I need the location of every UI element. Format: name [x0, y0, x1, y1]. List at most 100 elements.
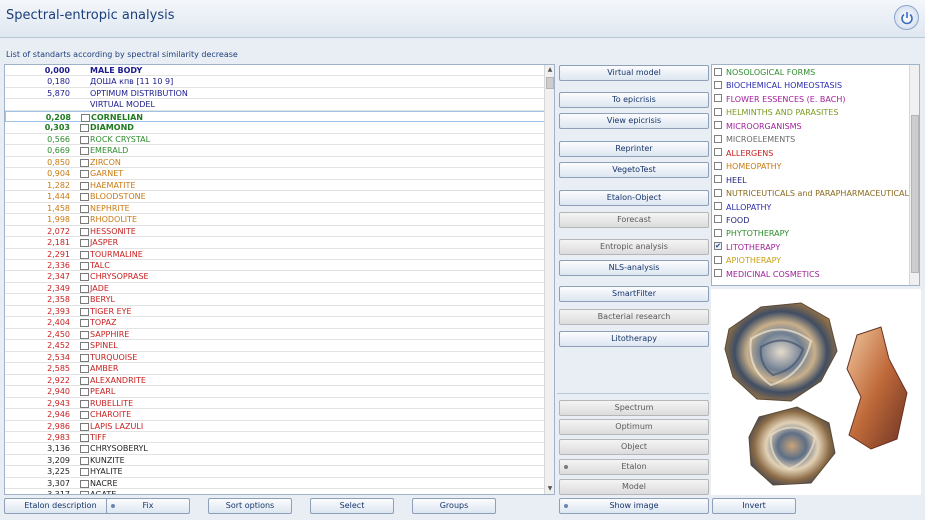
row-checkbox[interactable] — [81, 113, 90, 122]
list-row[interactable]: 1,444 BLOODSTONE — [5, 191, 545, 203]
fix-button[interactable]: Fix — [106, 498, 190, 514]
row-checkbox[interactable] — [80, 330, 89, 339]
forecast-button[interactable]: Forecast — [559, 212, 709, 228]
category-item[interactable]: MICROORGANISMS — [714, 120, 802, 133]
row-checkbox[interactable] — [80, 307, 89, 316]
category-item[interactable]: ALLOPATHY — [714, 201, 771, 214]
row-checkbox[interactable] — [80, 422, 89, 431]
category-checkbox[interactable] — [714, 148, 722, 157]
category-item[interactable]: MEDICINAL COSMETICS — [714, 268, 820, 281]
row-checkbox[interactable] — [80, 284, 89, 293]
show-image-button[interactable]: Show image — [559, 498, 709, 514]
to-epicrisis-button[interactable]: To epicrisis — [559, 92, 709, 108]
category-checkbox[interactable] — [714, 269, 722, 278]
bacterial-research-button[interactable]: Bacterial research — [559, 309, 709, 325]
category-checkbox[interactable] — [714, 94, 722, 103]
category-item[interactable]: ✔ LITOTHERAPY — [714, 241, 780, 254]
spectrum-button[interactable]: Spectrum — [559, 400, 709, 416]
category-checkbox[interactable] — [714, 175, 722, 184]
category-item[interactable]: MICROELEMENTS — [714, 133, 795, 146]
list-row[interactable]: 1,282 HAEMATITE — [5, 180, 545, 192]
list-row[interactable]: 2,534 TURQUOISE — [5, 352, 545, 364]
etalon-description-button[interactable]: Etalon description — [4, 498, 117, 514]
row-checkbox[interactable] — [80, 296, 89, 305]
view-epicrisis-button[interactable]: View epicrisis — [559, 113, 709, 129]
list-row[interactable]: 2,946 CHAROITE — [5, 409, 545, 421]
list-row[interactable]: 5,870 OPTIMUM DISTRIBUTION — [5, 88, 545, 100]
power-button[interactable] — [894, 5, 919, 30]
virtual-model-button[interactable]: Virtual model — [559, 65, 709, 81]
row-checkbox[interactable] — [80, 388, 89, 397]
entropic-analysis-button[interactable]: Entropic analysis — [559, 239, 709, 255]
category-checkbox[interactable] — [714, 121, 722, 130]
etalon-object-button[interactable]: Etalon-Object — [559, 190, 709, 206]
list-scrollbar[interactable]: ▲ ▼ — [544, 65, 554, 494]
list-row[interactable]: 2,452 SPINEL — [5, 340, 545, 352]
list-row[interactable]: 3,136 CHRYSOBERYL — [5, 443, 545, 455]
row-checkbox[interactable] — [80, 158, 89, 167]
scroll-thumb[interactable] — [911, 115, 919, 273]
list-row[interactable]: 0,850 ZIRCON — [5, 157, 545, 169]
category-checkbox[interactable] — [714, 202, 722, 210]
groups-button[interactable]: Groups — [412, 498, 496, 514]
list-row[interactable]: 3,209 KUNZITE — [5, 455, 545, 467]
list-row[interactable]: 2,072 HESSONITE — [5, 226, 545, 238]
row-checkbox[interactable] — [80, 239, 89, 248]
category-item[interactable]: NUTRICEUTICALS and PARAPHARMACEUTICALS — [714, 187, 914, 200]
category-checkbox[interactable] — [714, 215, 722, 224]
category-item[interactable]: ALLERGENS — [714, 147, 773, 160]
category-item[interactable]: FOOD — [714, 214, 749, 227]
list-row[interactable]: 2,347 CHRYSOPRASE — [5, 271, 545, 283]
list-row[interactable]: 2,393 TIGER EYE — [5, 306, 545, 318]
row-checkbox[interactable] — [80, 434, 89, 442]
row-checkbox[interactable] — [80, 491, 89, 494]
row-checkbox[interactable] — [80, 170, 89, 179]
list-row[interactable]: 2,336 TALC — [5, 260, 545, 272]
scroll-down-icon[interactable]: ▼ — [545, 484, 554, 494]
list-row[interactable]: 1,998 RHODOLITE — [5, 214, 545, 226]
category-item[interactable]: HOMEOPATHY — [714, 160, 782, 173]
object-button[interactable]: Object — [559, 439, 709, 455]
category-item[interactable]: FLOWER ESSENCES (E. BACH) — [714, 93, 845, 106]
list-row[interactable]: 2,986 LAPIS LAZULI — [5, 421, 545, 432]
scroll-up-icon[interactable]: ▲ — [545, 65, 554, 75]
row-checkbox[interactable] — [80, 124, 89, 133]
list-row[interactable]: 2,922 ALEXANDRITE — [5, 375, 545, 387]
list-row[interactable]: 2,450 SAPPHIRE — [5, 329, 545, 341]
list-row[interactable]: 0,180 ДОША кпв [11 10 9] — [5, 76, 545, 88]
row-checkbox[interactable] — [80, 376, 89, 385]
row-checkbox[interactable] — [80, 353, 89, 362]
row-checkbox[interactable] — [80, 250, 89, 259]
row-checkbox[interactable] — [80, 479, 89, 488]
list-row[interactable]: 2,983 TIFF — [5, 432, 545, 444]
row-checkbox[interactable] — [80, 181, 89, 190]
list-row[interactable]: 2,943 RUBELLITE — [5, 398, 545, 410]
row-checkbox[interactable] — [80, 261, 89, 270]
scroll-thumb[interactable] — [546, 77, 554, 89]
category-checkbox[interactable] — [714, 228, 722, 237]
category-item[interactable]: BIOCHEMICAL HOMEOSTASIS — [714, 79, 842, 92]
list-row[interactable]: 2,585 AMBER — [5, 363, 545, 375]
category-item[interactable]: NOSOLOGICAL FORMS — [714, 66, 815, 79]
categories-list[interactable]: NOSOLOGICAL FORMS BIOCHEMICAL HOMEOSTASIS… — [711, 64, 920, 286]
vegetotest-button[interactable]: VegetoTest — [559, 162, 709, 178]
list-row[interactable]: 2,404 TOPAZ — [5, 317, 545, 329]
nls-analysis-button[interactable]: NLS-analysis — [559, 260, 709, 276]
category-checkbox[interactable] — [714, 188, 722, 197]
row-checkbox[interactable] — [80, 204, 89, 213]
row-checkbox[interactable] — [80, 135, 89, 144]
list-row[interactable]: 0,566 ROCK CRYSTAL — [5, 134, 545, 146]
list-row[interactable]: VIRTUAL MODEL — [5, 99, 545, 111]
row-checkbox[interactable] — [80, 399, 89, 408]
row-checkbox[interactable] — [80, 365, 89, 374]
row-checkbox[interactable] — [80, 227, 89, 236]
row-checkbox[interactable] — [80, 342, 89, 351]
invert-button[interactable]: Invert — [712, 498, 796, 514]
row-checkbox[interactable] — [80, 147, 89, 156]
sort-options-button[interactable]: Sort options — [208, 498, 292, 514]
row-checkbox[interactable] — [80, 216, 89, 225]
list-row[interactable]: 3,307 NACRE — [5, 478, 545, 490]
list-row[interactable]: 3,317 AGATE — [5, 489, 545, 494]
row-checkbox[interactable] — [80, 319, 89, 328]
row-checkbox[interactable] — [80, 273, 89, 282]
